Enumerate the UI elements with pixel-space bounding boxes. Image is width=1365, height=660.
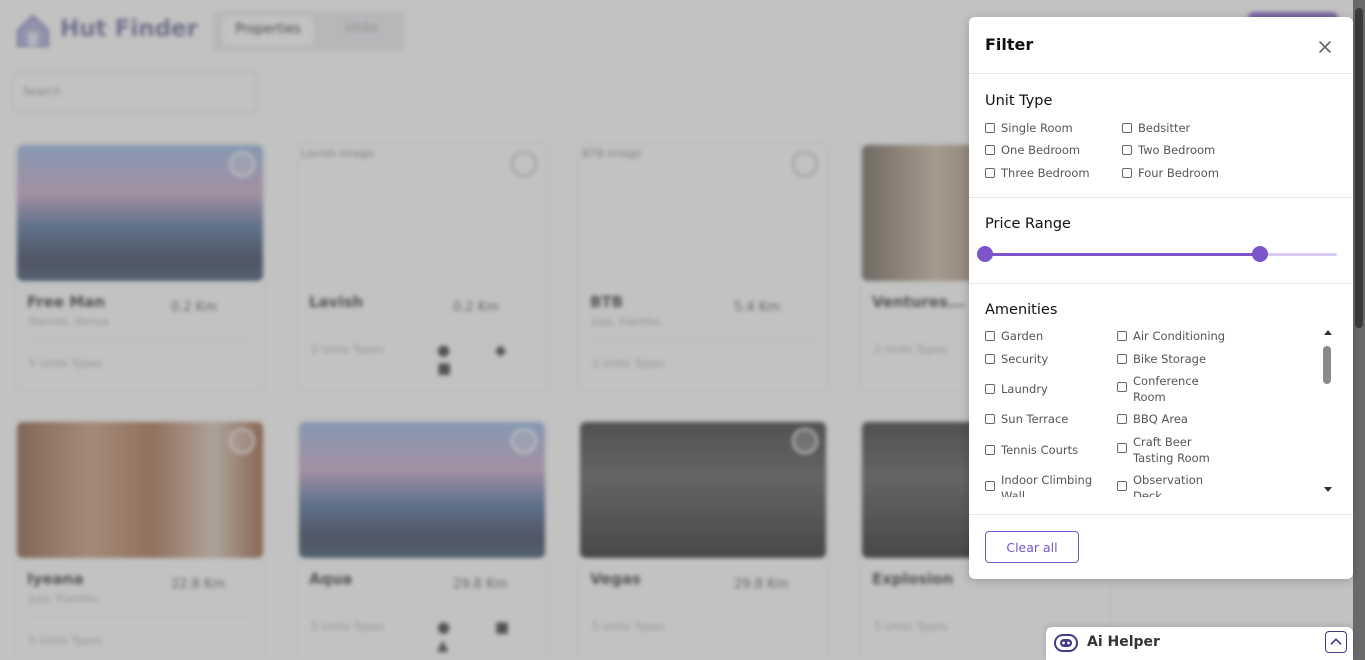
checkbox-tennis-courts[interactable]: Tennis Courts	[985, 442, 1078, 458]
page-scrollbar[interactable]	[1353, 0, 1365, 660]
section-divider	[969, 283, 1353, 284]
scroll-down-arrow-icon[interactable]	[1324, 487, 1332, 492]
checkbox-laundry[interactable]: Laundry	[985, 381, 1048, 397]
checkbox-four-bedroom[interactable]: Four Bedroom	[1122, 165, 1219, 181]
checkbox-one-bedroom[interactable]: One Bedroom	[985, 142, 1080, 158]
scroll-up-arrow-icon[interactable]	[1324, 330, 1332, 335]
robot-icon	[1054, 634, 1078, 652]
checkbox-two-bedroom[interactable]: Two Bedroom	[1122, 142, 1215, 158]
checkbox-craft-beer-tasting-room[interactable]: Craft Beer Tasting Room	[1117, 434, 1229, 466]
filter-header: Filter	[969, 17, 1353, 74]
amenities-scrollbar[interactable]	[1322, 330, 1336, 492]
checkbox-bbq-area[interactable]: BBQ Area	[1117, 411, 1237, 427]
amenities-heading: Amenities	[985, 302, 1058, 318]
checkbox-air-conditioning[interactable]: Air Conditioning	[1117, 328, 1237, 344]
checkbox-bedsitter[interactable]: Bedsitter	[1122, 120, 1190, 136]
ai-helper-bar[interactable]: Ai Helper	[1046, 627, 1353, 660]
checkbox-bike-storage[interactable]: Bike Storage	[1117, 351, 1237, 367]
checkbox-conference-room[interactable]: Conference Room	[1117, 373, 1213, 405]
amenities-list[interactable]: Garden Air Conditioning Security Bike St…	[985, 327, 1341, 497]
filter-footer	[969, 514, 1353, 515]
checkbox-sun-terrace[interactable]: Sun Terrace	[985, 411, 1068, 427]
filter-title: Filter	[985, 35, 1034, 54]
checkbox-security[interactable]: Security	[985, 351, 1048, 367]
amenities-scrollbar-thumb[interactable]	[1323, 346, 1331, 384]
filter-panel: Filter Unit Type Single Room Bedsitter O…	[969, 17, 1353, 579]
close-icon[interactable]	[1313, 35, 1337, 59]
unit-type-heading: Unit Type	[985, 93, 1053, 109]
clear-all-button[interactable]: Clear all	[985, 531, 1079, 563]
checkbox-garden[interactable]: Garden	[985, 328, 1043, 344]
ai-helper-label: Ai Helper	[1087, 634, 1160, 650]
page-scrollbar-thumb[interactable]	[1355, 8, 1363, 328]
checkbox-single-room[interactable]: Single Room	[985, 120, 1073, 136]
price-range-heading: Price Range	[985, 216, 1071, 232]
price-min-handle[interactable]	[977, 246, 993, 262]
price-range-slider[interactable]	[977, 246, 1337, 262]
price-range-fill	[985, 253, 1260, 256]
checkbox-three-bedroom[interactable]: Three Bedroom	[985, 165, 1090, 181]
checkbox-observation-deck[interactable]: Observation Deck	[1117, 472, 1213, 497]
checkbox-indoor-climbing-wall[interactable]: Indoor Climbing Wall	[985, 472, 1113, 497]
chevron-up-icon[interactable]	[1325, 631, 1347, 653]
price-max-handle[interactable]	[1251, 246, 1268, 262]
section-divider	[969, 197, 1353, 198]
